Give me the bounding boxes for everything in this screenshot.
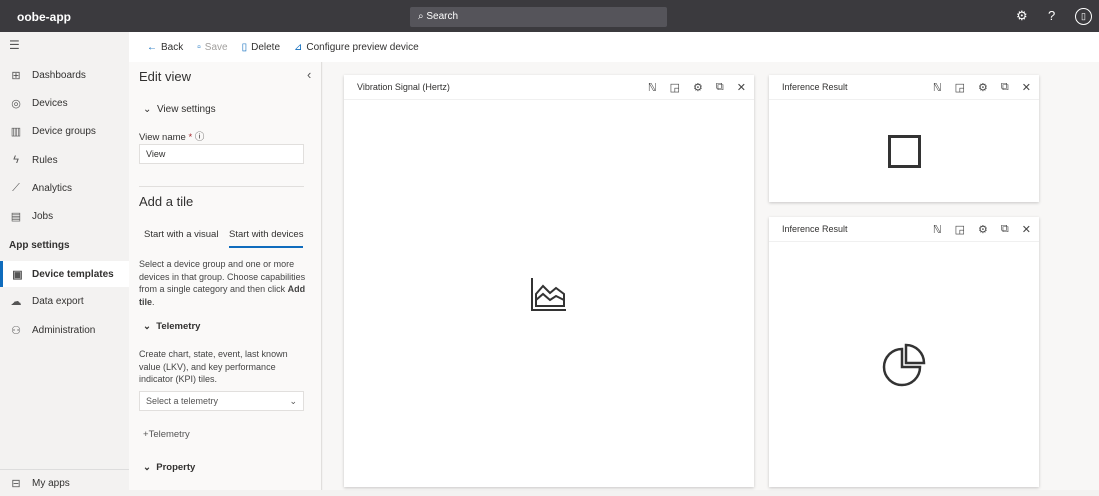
account-icon[interactable]: ▯ <box>1075 8 1092 25</box>
copy-icon[interactable]: ⧉ <box>716 81 724 94</box>
gear-icon[interactable]: ⚙ <box>1016 8 1028 24</box>
device-templates-icon: ▣ <box>12 268 23 281</box>
chevron-down-icon: ⌄ <box>143 104 157 115</box>
dashboard-canvas: Vibration Signal (Hertz) ℕ ◲ ⚙ ⧉ ✕ Inference… <box>323 62 1099 490</box>
save-icon: ▫ <box>197 41 201 53</box>
nav-device-groups[interactable]: ▥ Device groups <box>0 118 129 144</box>
view-name-label: View name * ⓘ <box>139 132 205 143</box>
tile-description: Select a device group and one or more de… <box>139 259 306 307</box>
data-export-icon: ☁ <box>10 295 22 308</box>
nav-dashboards[interactable]: ⊞ Dashboards <box>0 62 129 88</box>
left-nav: ☰ ⊞ Dashboards ◎ Devices ▥ Device groups ϟR… <box>0 32 129 490</box>
size-icon[interactable]: ◲ <box>955 223 965 236</box>
nav-administration[interactable]: ⚇ Administration <box>0 317 129 343</box>
collapse-chevron-icon[interactable]: ‹ <box>307 67 311 82</box>
rules-icon: ϟ <box>13 154 19 166</box>
analytics-icon: ⟋ <box>12 181 20 194</box>
app-title: oobe-app <box>17 10 71 24</box>
configure-preview-button[interactable]: ⊿ Configure preview device <box>294 42 419 53</box>
app-settings-header: App settings <box>9 240 70 251</box>
info-icon[interactable]: ⓘ <box>195 132 205 143</box>
panel-title: Edit view <box>139 69 192 84</box>
square-icon <box>887 134 921 168</box>
edit-view-panel: Edit view ‹ ⌄ View settings View name * … <box>129 62 322 490</box>
nav-jobs[interactable]: ▤ Jobs <box>0 203 129 229</box>
nav-devices[interactable]: ◎ Devices <box>0 90 129 116</box>
telemetry-select[interactable]: Select a telemetry ⌄ <box>139 391 304 411</box>
view-name-input[interactable]: View <box>139 144 304 164</box>
settings-icon[interactable]: ⚙ <box>693 81 703 94</box>
visualization-icon[interactable]: ℕ <box>933 81 942 94</box>
delete-button[interactable]: ▯ Delete <box>242 42 280 53</box>
close-icon[interactable]: ✕ <box>1022 81 1031 94</box>
tile-title: Vibration Signal (Hertz) <box>357 82 450 92</box>
add-telemetry-button[interactable]: +Telemetry <box>143 429 190 440</box>
nav-data-export[interactable]: ☁ Data export <box>0 288 129 314</box>
chevron-down-icon: ⌄ <box>143 462 157 473</box>
close-icon[interactable]: ✕ <box>737 81 746 94</box>
property-toggle[interactable]: ⌄ Property <box>143 462 195 473</box>
back-button[interactable]: ← Back <box>147 42 183 53</box>
copy-icon[interactable]: ⧉ <box>1001 81 1009 94</box>
tile-title: Inference Result <box>782 224 848 234</box>
settings-icon[interactable]: ⚙ <box>978 81 988 94</box>
visualization-icon[interactable]: ℕ <box>933 223 942 236</box>
nav-my-apps[interactable]: ⊟ My apps <box>0 470 129 496</box>
tile-inference-result-2[interactable]: Inference Result ℕ ◲ ⚙ ⧉ ✕ <box>769 217 1039 487</box>
command-bar: ← Back ▫ Save ▯ Delete ⊿ Configure preview d… <box>129 32 1099 62</box>
chart-icon: ⊿ <box>294 41 303 53</box>
tile-title: Inference Result <box>782 82 848 92</box>
tab-start-with-devices[interactable]: Start with devices <box>229 229 304 248</box>
telemetry-toggle[interactable]: ⌄ Telemetry <box>143 321 200 332</box>
administration-icon: ⚇ <box>11 324 21 337</box>
chevron-down-icon: ⌄ <box>289 396 297 406</box>
help-icon[interactable]: ? <box>1048 8 1055 23</box>
size-icon[interactable]: ◲ <box>955 81 965 94</box>
top-bar: oobe-app ⌕ Search ⚙ ? ▯ <box>0 0 1099 32</box>
divider <box>139 186 304 187</box>
add-tile-heading: Add a tile <box>139 194 194 209</box>
tile-inference-result-1[interactable]: Inference Result ℕ ◲ ⚙ ⧉ ✕ <box>769 75 1039 202</box>
save-button[interactable]: ▫ Save <box>197 42 227 53</box>
size-icon[interactable]: ◲ <box>670 81 680 94</box>
dashboard-icon: ⊞ <box>11 69 21 82</box>
tile-vibration-signal[interactable]: Vibration Signal (Hertz) ℕ ◲ ⚙ ⧉ ✕ <box>344 75 754 487</box>
view-settings-toggle[interactable]: ⌄ View settings <box>143 104 216 115</box>
back-arrow-icon: ← <box>147 41 157 53</box>
visualization-icon[interactable]: ℕ <box>648 81 657 94</box>
nav-analytics[interactable]: ⟋ Analytics <box>0 175 129 201</box>
settings-icon[interactable]: ⚙ <box>978 223 988 236</box>
chevron-down-icon: ⌄ <box>143 321 157 332</box>
close-icon[interactable]: ✕ <box>1022 223 1031 236</box>
telemetry-description: Create chart, state, event, last known v… <box>139 349 288 384</box>
devices-icon: ◎ <box>11 97 21 110</box>
search-input[interactable]: ⌕ Search <box>410 7 667 27</box>
device-groups-icon: ▥ <box>10 125 22 138</box>
hamburger-icon[interactable]: ☰ <box>9 38 20 52</box>
area-chart-icon <box>531 277 566 311</box>
pie-chart-icon <box>882 343 926 386</box>
nav-device-templates[interactable]: ▣ Device templates <box>0 261 129 287</box>
copy-icon[interactable]: ⧉ <box>1001 223 1009 236</box>
jobs-icon: ▤ <box>10 210 22 223</box>
tab-start-with-visual[interactable]: Start with a visual <box>144 229 218 240</box>
delete-icon: ▯ <box>241 41 248 53</box>
my-apps-icon: ⊟ <box>11 477 21 490</box>
nav-rules[interactable]: ϟ Rules <box>0 147 129 173</box>
